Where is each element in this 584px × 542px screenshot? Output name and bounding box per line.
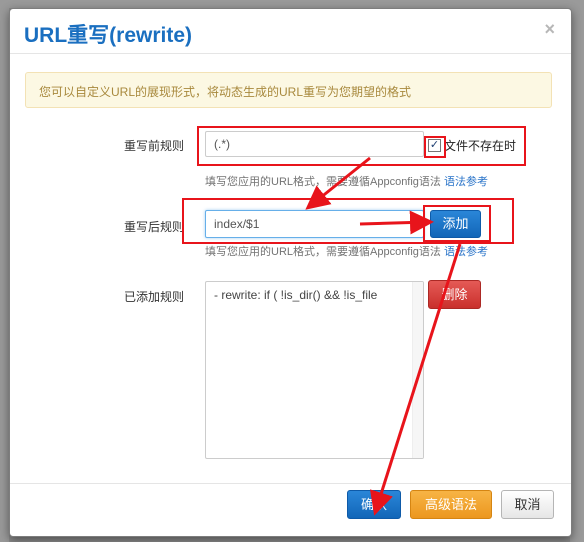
before-syntax-link[interactable]: 语法参考 [444,176,488,188]
background-page-top [0,0,584,8]
after-syntax-link[interactable]: 语法参考 [444,246,488,258]
before-help-text: 填写您应用的URL格式，需要遵循Appconfig语法 [205,176,441,188]
dialog-title: URL重写(rewrite) [24,24,193,47]
close-icon[interactable]: × [544,19,555,39]
cancel-button[interactable]: 取消 [501,490,554,519]
before-rule-help: 填写您应用的URL格式，需要遵循Appconfig语法 语法参考 [205,173,488,189]
before-rule-label: 重写前规则 [123,139,184,153]
url-rewrite-dialog: URL重写(rewrite) × 您可以自定义URL的展现形式，将动态生成的UR… [9,8,572,537]
add-rule-button[interactable]: 添加 [430,210,481,238]
info-notice: 您可以自定义URL的展现形式，将动态生成的URL重写为您期望的格式 [25,72,552,108]
after-rule-input[interactable] [205,210,424,238]
background-page-left [0,0,9,542]
after-rule-help: 填写您应用的URL格式，需要遵循Appconfig语法 语法参考 [205,243,488,259]
after-rule-label: 重写后规则 [123,220,184,234]
after-help-text: 填写您应用的URL格式，需要遵循Appconfig语法 [205,246,441,258]
file-not-exists-label: 文件不存在时 [444,139,517,153]
textarea-scrollbar[interactable] [412,282,423,458]
dialog-header: URL重写(rewrite) × [10,9,571,54]
advanced-syntax-button[interactable]: 高级语法 [410,490,492,519]
delete-rule-button[interactable]: 删除 [428,280,481,309]
file-not-exists-checkbox[interactable]: ✓ [428,139,441,152]
confirm-button[interactable]: 确认 [347,490,401,519]
added-rules-label: 已添加规则 [123,290,184,304]
added-rules-textarea[interactable]: - rewrite: if ( !is_dir() && !is_file [205,281,424,459]
rule-line: - rewrite: if ( !is_dir() && !is_file [214,288,378,302]
background-page-right [570,0,584,542]
before-rule-input[interactable] [205,131,424,157]
